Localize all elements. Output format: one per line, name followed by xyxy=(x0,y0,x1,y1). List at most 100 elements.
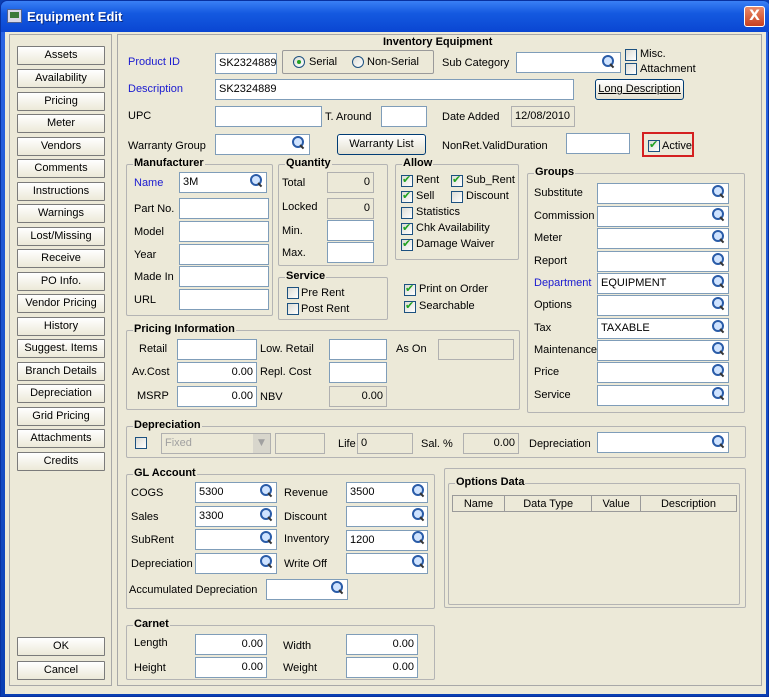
search-icon[interactable] xyxy=(711,364,725,378)
column-header-description[interactable]: Description xyxy=(639,495,738,512)
taround-field[interactable] xyxy=(381,106,427,127)
misc-checkbox[interactable] xyxy=(625,49,637,61)
sell-checkbox[interactable] xyxy=(401,189,413,203)
column-header-name[interactable]: Name xyxy=(451,495,506,512)
statistics-checkbox[interactable] xyxy=(401,207,413,219)
depreciation-checkbox[interactable] xyxy=(135,437,147,449)
ok-button[interactable]: OK xyxy=(17,637,105,656)
chk-availability-checkbox[interactable] xyxy=(401,221,413,235)
search-icon[interactable] xyxy=(601,55,615,69)
group-options-field[interactable] xyxy=(597,295,729,316)
year-field[interactable] xyxy=(179,244,269,265)
search-icon[interactable] xyxy=(711,230,725,244)
search-icon[interactable] xyxy=(411,508,425,522)
warranty-list-button[interactable]: Warranty List xyxy=(337,134,426,155)
nav-button-receive[interactable]: Receive xyxy=(17,249,105,268)
description-field[interactable]: SK2324889 xyxy=(215,79,574,100)
nav-button-history[interactable]: History xyxy=(17,317,105,336)
nav-button-grid-pricing[interactable]: Grid Pricing xyxy=(17,407,105,426)
long-description-button[interactable]: Long Description xyxy=(595,79,684,100)
nav-button-meter[interactable]: Meter xyxy=(17,114,105,133)
weight-field[interactable]: 0.00 xyxy=(346,657,418,678)
msrp-field[interactable]: 0.00 xyxy=(177,386,257,407)
post-rent-checkbox[interactable] xyxy=(287,303,299,315)
rent-checkbox[interactable] xyxy=(401,173,413,187)
search-icon[interactable] xyxy=(711,320,725,334)
nav-button-availability[interactable]: Availability xyxy=(17,69,105,88)
model-field[interactable] xyxy=(179,221,269,242)
product-id-field[interactable]: SK2324889 xyxy=(215,53,277,74)
height-field[interactable]: 0.00 xyxy=(195,657,267,678)
search-icon[interactable] xyxy=(411,531,425,545)
width-field[interactable]: 0.00 xyxy=(346,634,418,655)
retail-field[interactable] xyxy=(177,339,257,360)
partno-field[interactable] xyxy=(179,198,269,219)
nav-button-pricing[interactable]: Pricing xyxy=(17,92,105,111)
group-substitute-field[interactable] xyxy=(597,183,729,204)
length-field[interactable]: 0.00 xyxy=(195,634,267,655)
madein-field[interactable] xyxy=(179,266,269,287)
search-icon[interactable] xyxy=(411,555,425,569)
nav-button-depreciation[interactable]: Depreciation xyxy=(17,384,105,403)
avcost-field[interactable]: 0.00 xyxy=(177,362,257,383)
group-service-field[interactable] xyxy=(597,385,729,406)
min-field[interactable] xyxy=(327,220,374,241)
nav-button-po-info[interactable]: PO Info. xyxy=(17,272,105,291)
search-icon[interactable] xyxy=(711,387,725,401)
serial-radio[interactable] xyxy=(293,56,305,68)
search-icon[interactable] xyxy=(711,253,725,267)
search-icon[interactable] xyxy=(259,508,273,522)
title-bar[interactable]: Equipment Edit X xyxy=(1,1,769,32)
nav-button-branch-details[interactable]: Branch Details xyxy=(17,362,105,381)
column-header-value[interactable]: Value xyxy=(591,495,641,512)
max-field[interactable] xyxy=(327,242,374,263)
search-icon[interactable] xyxy=(330,581,344,595)
search-icon[interactable] xyxy=(249,174,263,188)
nav-button-warnings[interactable]: Warnings xyxy=(17,204,105,223)
nav-button-credits[interactable]: Credits xyxy=(17,452,105,471)
print-on-order-checkbox[interactable] xyxy=(404,282,416,296)
nav-button-attachments[interactable]: Attachments xyxy=(17,429,105,448)
search-icon[interactable] xyxy=(711,208,725,222)
search-icon[interactable] xyxy=(711,297,725,311)
group-maintenance-field[interactable] xyxy=(597,340,729,361)
group-department-field[interactable]: EQUIPMENT xyxy=(597,273,729,294)
search-icon[interactable] xyxy=(711,185,725,199)
pre-rent-checkbox[interactable] xyxy=(287,287,299,299)
nav-button-instructions[interactable]: Instructions xyxy=(17,182,105,201)
column-header-data-type[interactable]: Data Type xyxy=(504,495,593,512)
searchable-checkbox[interactable] xyxy=(404,299,416,313)
damage-waiver-checkbox[interactable] xyxy=(401,237,413,251)
group-meter-field[interactable] xyxy=(597,228,729,249)
active-checkbox[interactable] xyxy=(648,138,660,152)
nav-button-vendor-pricing[interactable]: Vendor Pricing xyxy=(17,294,105,313)
group-commission-field[interactable] xyxy=(597,206,729,227)
nav-button-vendors[interactable]: Vendors xyxy=(17,137,105,156)
depreciation-field[interactable] xyxy=(597,432,729,453)
nav-button-comments[interactable]: Comments xyxy=(17,159,105,178)
nav-button-lost-missing[interactable]: Lost/Missing xyxy=(17,227,105,246)
search-icon[interactable] xyxy=(291,136,305,150)
url-field[interactable] xyxy=(179,289,269,310)
search-icon[interactable] xyxy=(411,484,425,498)
group-tax-field[interactable]: TAXABLE xyxy=(597,318,729,339)
discount-checkbox[interactable] xyxy=(451,191,463,203)
chevron-down-icon[interactable]: ▼ xyxy=(253,434,270,453)
sub-rent-checkbox[interactable] xyxy=(451,173,463,187)
group-price-field[interactable] xyxy=(597,362,729,383)
group-report-field[interactable] xyxy=(597,251,729,272)
search-icon[interactable] xyxy=(711,435,725,449)
search-icon[interactable] xyxy=(711,342,725,356)
search-icon[interactable] xyxy=(259,484,273,498)
cancel-button[interactable]: Cancel xyxy=(17,661,105,680)
nav-button-suggest-items[interactable]: Suggest. Items xyxy=(17,339,105,358)
nonret-field[interactable] xyxy=(566,133,630,154)
search-icon[interactable] xyxy=(259,555,273,569)
close-button[interactable]: X xyxy=(744,6,765,27)
attachment-checkbox[interactable] xyxy=(625,63,637,75)
search-icon[interactable] xyxy=(259,531,273,545)
repl-cost-field[interactable] xyxy=(329,362,387,383)
search-icon[interactable] xyxy=(711,275,725,289)
nav-button-assets[interactable]: Assets xyxy=(17,46,105,65)
upc-field[interactable] xyxy=(215,106,322,127)
